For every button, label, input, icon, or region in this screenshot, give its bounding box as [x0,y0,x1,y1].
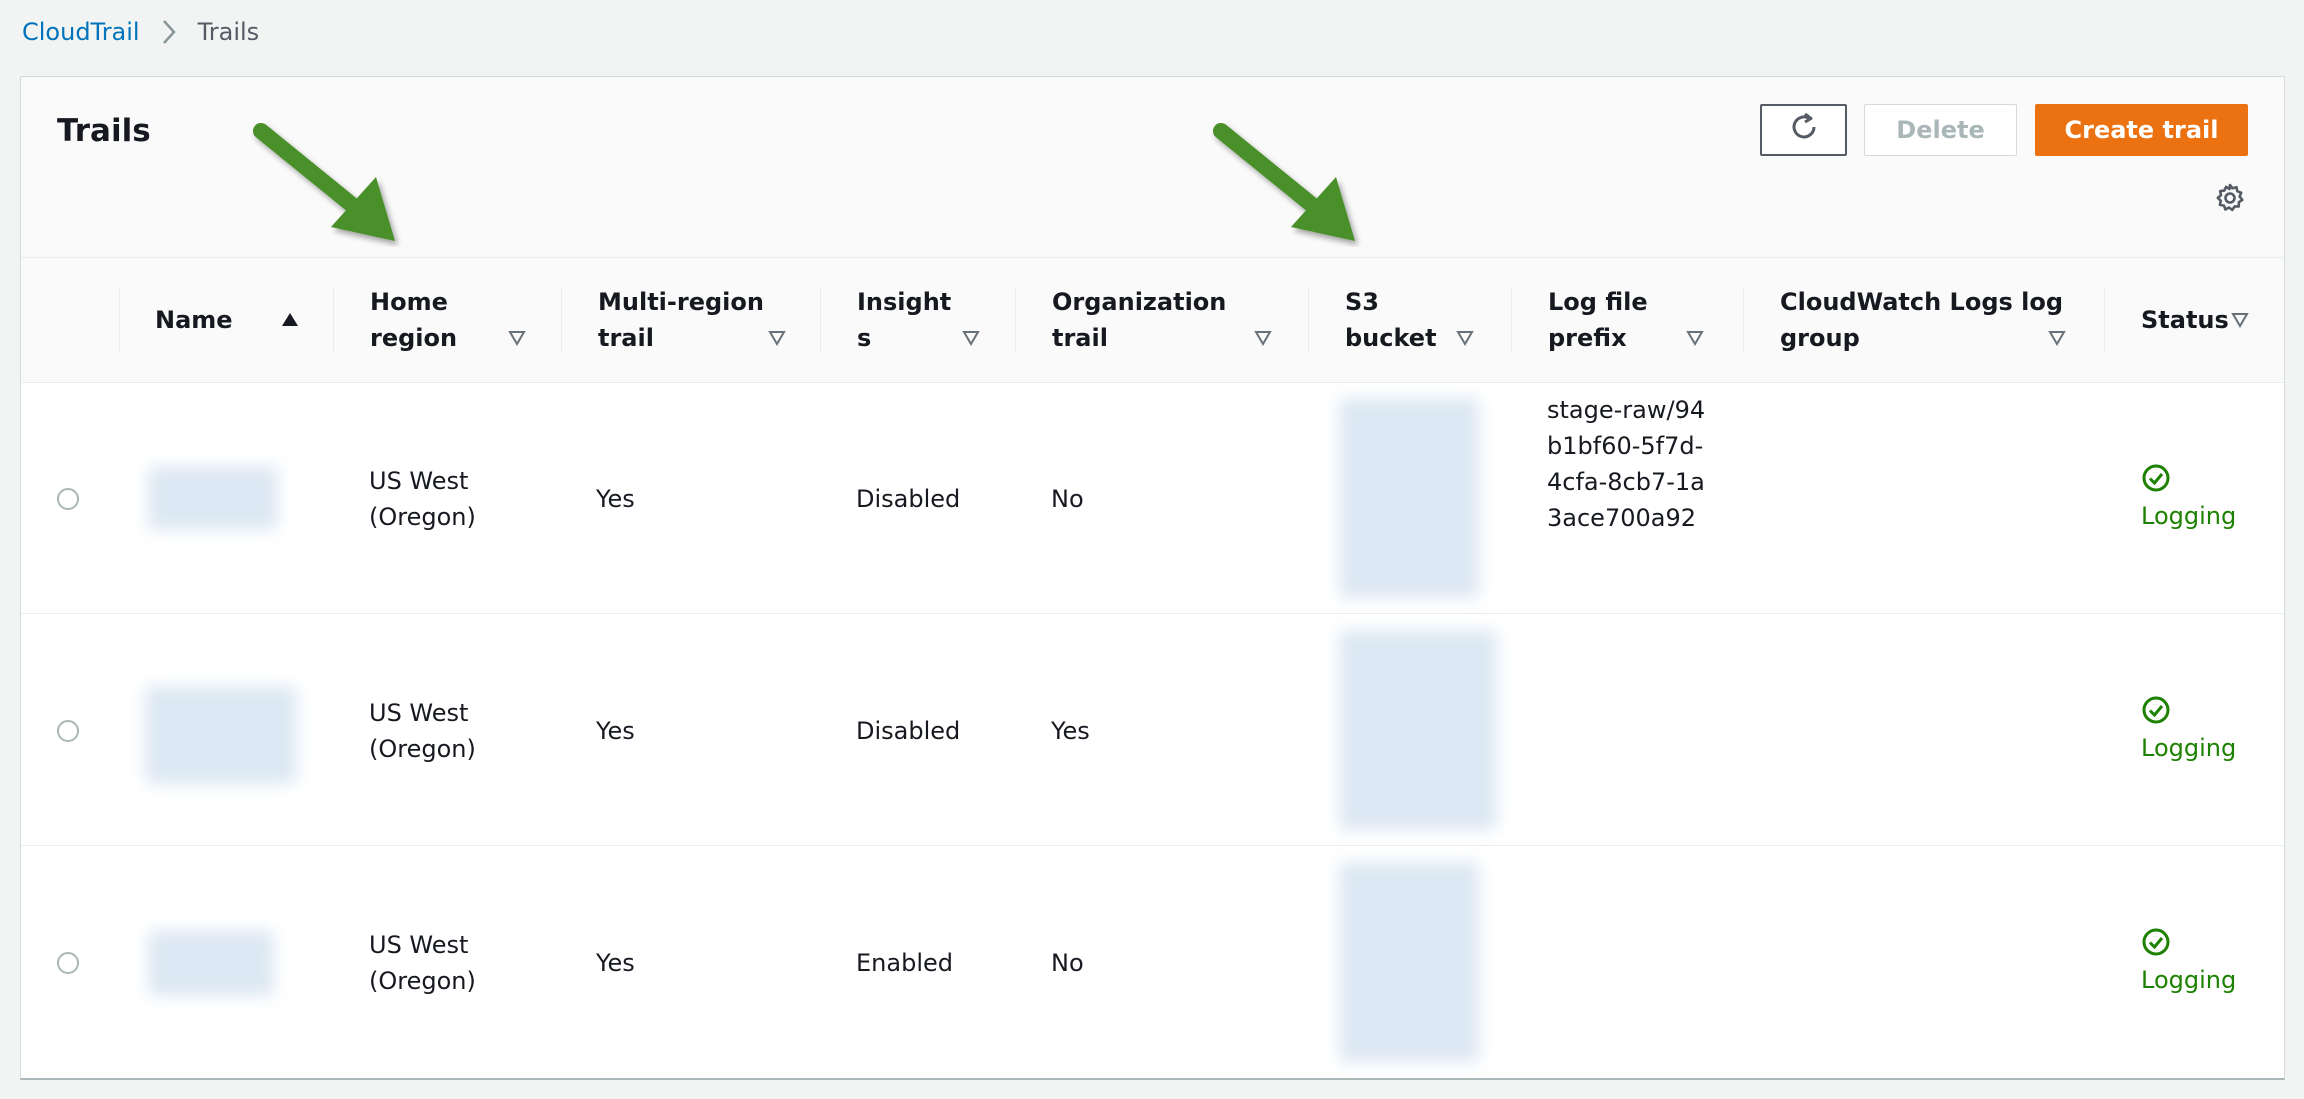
row-select-radio[interactable] [57,488,79,510]
column-label: S3 bucket [1345,288,1437,352]
column-divider [119,288,120,352]
success-check-icon [2142,464,2170,492]
sort-icon[interactable] [768,329,786,347]
delete-button[interactable]: Delete [1864,104,2017,156]
sort-icon[interactable] [1686,329,1704,347]
column-header-s3-bucket[interactable]: S3 bucket [1345,258,1455,382]
refresh-button[interactable] [1760,104,1847,156]
status-logging: Logging [2141,734,2237,762]
redacted-s3-bucket[interactable] [1339,630,1497,830]
column-divider [1015,288,1016,352]
table-row[interactable]: US West (Oregon) Yes Enabled No Logging [21,846,2284,1078]
column-divider [1511,288,1512,352]
row-select-radio[interactable] [57,720,79,742]
column-header-home-region[interactable]: Home region [370,258,520,382]
cell-insights: Disabled [856,485,961,513]
breadcrumb-current: Trails [197,18,260,46]
column-label: Organization trail [1052,288,1227,352]
sort-icon[interactable] [962,329,980,347]
column-header-organization[interactable]: Organization trail [1052,258,1272,382]
column-header-name[interactable]: Name [155,258,345,382]
annotation-arrow-s3-bucket [1213,123,1355,241]
column-label: Log file prefix [1548,288,1648,352]
cell-insights: Disabled [856,717,961,745]
cell-home-region: US West (Oregon) [369,699,476,763]
breadcrumb-cloudtrail-link[interactable]: CloudTrail [22,18,140,46]
cell-organization: No [1051,485,1084,513]
trails-panel: Trails Delete Create trail Name Home reg… [20,76,2285,1080]
column-label: Home region [370,288,458,352]
column-label: Insight s [857,288,952,352]
column-header-multi-region[interactable]: Multi-region trail [598,258,778,382]
redacted-trail-name[interactable] [148,930,274,996]
column-divider [1743,288,1744,352]
sort-icon[interactable] [508,329,526,347]
cell-home-region: US West (Oregon) [369,467,476,531]
cell-insights: Enabled [856,949,953,977]
cell-multi-region: Yes [596,717,635,745]
redacted-s3-bucket[interactable] [1339,398,1479,598]
column-divider [333,288,334,352]
cell-multi-region: Yes [596,949,635,977]
column-header-cloudwatch[interactable]: CloudWatch Logs log group [1780,258,2080,382]
status-logging: Logging [2141,966,2237,994]
create-trail-button[interactable]: Create trail [2035,104,2248,156]
sort-ascending-icon[interactable] [281,311,299,329]
chevron-right-icon [152,14,186,50]
table-row[interactable]: US West (Oregon) Yes Disabled Yes Loggin… [21,614,2284,846]
sort-icon[interactable] [2048,329,2066,347]
refresh-icon [1788,111,1820,149]
column-divider [561,288,562,352]
annotation-arrow-home-region [253,123,395,241]
row-select-radio[interactable] [57,952,79,974]
sort-icon[interactable] [2231,311,2249,329]
column-header-insights[interactable]: Insight s [857,258,977,382]
column-label: CloudWatch Logs log group [1780,288,2064,352]
panel-header: Trails Delete Create trail [21,77,2284,258]
cell-organization: No [1051,949,1084,977]
gear-icon[interactable] [2213,181,2247,215]
column-divider [2104,288,2105,352]
status-logging: Logging [2141,502,2237,530]
sort-icon[interactable] [1456,329,1474,347]
column-label: Multi-region trail [598,288,764,352]
column-header-status[interactable]: Status [2141,258,2241,382]
column-label: Name [155,306,233,334]
table-row[interactable]: US West (Oregon) Yes Disabled No stage-r… [21,382,2284,614]
cell-log-file-prefix: stage-raw/94b1bf60-5f7d-4cfa-8cb7-1a3ace… [1547,396,1706,532]
redacted-trail-name[interactable] [145,686,297,784]
cell-organization: Yes [1051,717,1090,745]
column-label: Status [2141,306,2229,334]
success-check-icon [2142,928,2170,956]
redacted-s3-bucket[interactable] [1339,862,1479,1062]
column-divider [820,288,821,352]
column-divider [1308,288,1309,352]
sort-icon[interactable] [1254,329,1272,347]
column-header-log-file-prefix[interactable]: Log file prefix [1548,258,1698,382]
cell-multi-region: Yes [596,485,635,513]
breadcrumb: CloudTrail Trails [22,14,259,50]
table-header: Name Home region Multi-region trail Insi… [21,258,2284,383]
cell-home-region: US West (Oregon) [369,931,476,995]
redacted-trail-name[interactable] [148,466,278,530]
success-check-icon [2142,696,2170,724]
page-title: Trails [57,113,151,149]
